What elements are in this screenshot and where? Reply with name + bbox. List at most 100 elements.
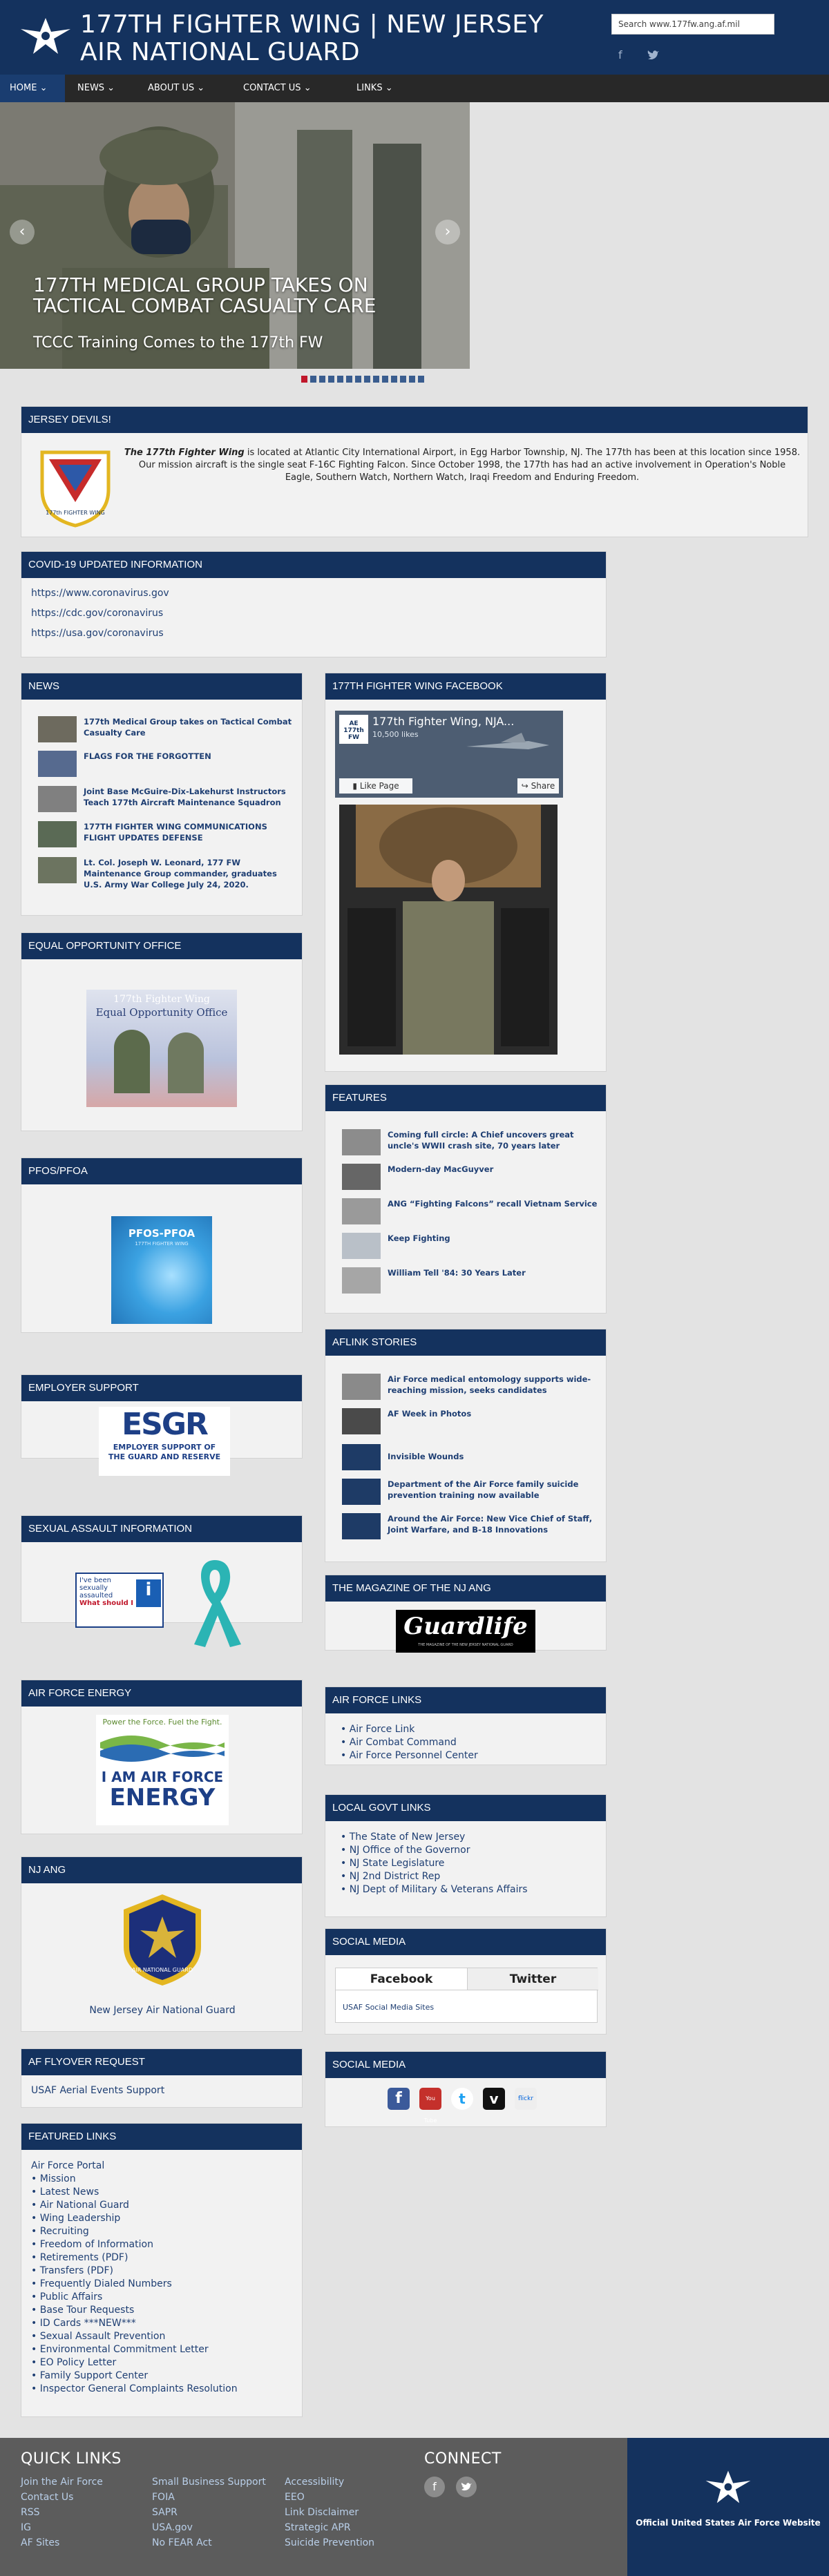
feature-item[interactable]: William Tell '84: 30 Years Later	[342, 1267, 604, 1295]
featured-link-item[interactable]: • Mission	[31, 2173, 238, 2186]
twitter-icon[interactable]: t	[451, 2088, 473, 2110]
aflink-item[interactable]: Around the Air Force: New Vice Chief of …	[342, 1513, 604, 1541]
hero-carousel[interactable]: 177TH MEDICAL GROUP TAKES ON TACTICAL CO…	[0, 102, 470, 369]
nav-contact-us[interactable]: CONTACT US ⌄	[234, 75, 321, 102]
aflink-item[interactable]: AF Week in Photos	[342, 1408, 604, 1436]
news-item[interactable]: FLAGS FOR THE FORGOTTEN	[38, 751, 301, 778]
air-force-link-item[interactable]: • Air Force Link	[341, 1723, 478, 1736]
footer-link[interactable]: FOIA	[152, 2490, 266, 2505]
facebook-icon[interactable]: f	[424, 2477, 445, 2497]
footer-link[interactable]: EEO	[285, 2490, 374, 2505]
tab-facebook[interactable]: Facebook	[336, 1968, 467, 1990]
carousel-dot[interactable]	[346, 376, 352, 383]
footer-link[interactable]: Contact Us	[21, 2490, 103, 2505]
sexual-assault-sign[interactable]: I've been sexually assaulted What should I…	[75, 1573, 164, 1628]
local-govt-link-item[interactable]: • NJ Office of the Governor	[341, 1844, 528, 1857]
featured-link-item[interactable]: • Inspector General Complaints Resolutio…	[31, 2383, 238, 2396]
carousel-dot[interactable]	[418, 376, 424, 383]
featured-link-item[interactable]: • Latest News	[31, 2186, 238, 2199]
official-af-box[interactable]: Official United States Air Force Website	[627, 2438, 829, 2576]
news-item[interactable]: Joint Base McGuire-Dix-Lakehurst Instruc…	[38, 786, 301, 814]
footer-link[interactable]: IG	[21, 2520, 103, 2535]
featured-link-item[interactable]: • ID Cards ***NEW***	[31, 2317, 238, 2330]
carousel-dot[interactable]	[391, 376, 397, 383]
carousel-dot[interactable]	[373, 376, 379, 383]
vimeo-icon[interactable]: v	[483, 2088, 505, 2110]
teal-ribbon-icon[interactable]	[182, 1553, 248, 1650]
footer-link[interactable]: Accessibility	[285, 2474, 374, 2490]
footer-link[interactable]: SAPR	[152, 2505, 266, 2520]
site-title[interactable]: 177TH FIGHTER WING | NEW JERSEY AIR NATI…	[80, 11, 544, 66]
footer-link[interactable]: No FEAR Act	[152, 2535, 266, 2550]
nav-about-us[interactable]: ABOUT US ⌄	[138, 75, 214, 102]
news-item[interactable]: 177th Medical Group takes on Tactical Co…	[38, 716, 301, 744]
footer-link[interactable]: Link Disclaimer	[285, 2505, 374, 2520]
twitter-icon[interactable]	[456, 2477, 477, 2497]
facebook-like-button[interactable]: ▮ Like Page	[339, 778, 412, 794]
carousel-dot[interactable]	[301, 376, 307, 383]
news-item[interactable]: 177TH FIGHTER WING COMMUNICATIONS FLIGHT…	[38, 821, 301, 849]
footer-link[interactable]: Strategic APR	[285, 2520, 374, 2535]
featured-link-item[interactable]: • Base Tour Requests	[31, 2304, 238, 2317]
featured-link-item[interactable]: • EO Policy Letter	[31, 2356, 238, 2370]
carousel-dot[interactable]	[319, 376, 325, 383]
carousel-next-icon[interactable]: ›	[435, 220, 460, 244]
aflink-item[interactable]: Department of the Air Force family suici…	[342, 1479, 604, 1506]
carousel-prev-icon[interactable]: ‹	[10, 220, 35, 244]
news-item[interactable]: Lt. Col. Joseph W. Leonard, 177 FW Maint…	[38, 857, 301, 894]
facebook-page-name[interactable]: 177th Fighter Wing, NJA...	[372, 715, 514, 728]
air-force-link-item[interactable]: • Air Combat Command	[341, 1736, 478, 1749]
carousel-dot[interactable]	[337, 376, 343, 383]
facebook-widget[interactable]: AE 177th FW 177th Fighter Wing, NJA... 1…	[335, 711, 563, 798]
air-force-energy-logo[interactable]: Power the Force. Fuel the Fight. I AM AI…	[96, 1715, 229, 1825]
featured-link-item[interactable]: • Air National Guard	[31, 2199, 238, 2212]
pfos-image[interactable]: PFOS-PFOA 177TH FIGHTER WING	[111, 1216, 212, 1324]
twitter-icon[interactable]	[647, 50, 660, 61]
hero-headline[interactable]: 177TH MEDICAL GROUP TAKES ON TACTICAL CO…	[33, 275, 434, 316]
carousel-dot[interactable]	[328, 376, 334, 383]
local-govt-link-item[interactable]: • NJ State Legislature	[341, 1857, 528, 1870]
carousel-dot[interactable]	[355, 376, 361, 383]
facebook-share-button[interactable]: ↪ Share	[517, 778, 559, 794]
covid-link-coronavirus-gov[interactable]: https://www.coronavirus.gov	[31, 588, 169, 599]
facebook-post-photo[interactable]	[339, 805, 558, 1055]
equal-opportunity-image[interactable]: 177th Fighter Wing Equal Opportunity Off…	[86, 990, 237, 1107]
feature-item[interactable]: Modern-day MacGuyver	[342, 1164, 604, 1191]
featured-link-item[interactable]: • Recruiting	[31, 2225, 238, 2238]
carousel-dot[interactable]	[364, 376, 370, 383]
nj-ang-link[interactable]: New Jersey Air National Guard	[21, 2005, 303, 2016]
featured-link-item[interactable]: Air Force Portal	[31, 2160, 238, 2173]
local-govt-link-item[interactable]: • NJ Dept of Military & Veterans Affairs	[341, 1883, 528, 1896]
air-force-logo-icon[interactable]	[18, 15, 73, 57]
local-govt-link-item[interactable]: • The State of New Jersey	[341, 1831, 528, 1844]
carousel-dot[interactable]	[409, 376, 415, 383]
guardlife-logo[interactable]: Guardlife THE MAGAZINE OF THE NEW JERSEY…	[396, 1610, 535, 1653]
featured-link-item[interactable]: • Environmental Commitment Letter	[31, 2343, 238, 2356]
carousel-dot[interactable]	[382, 376, 388, 383]
aflink-item[interactable]: Invisible Wounds	[342, 1444, 604, 1472]
local-govt-link-item[interactable]: • NJ 2nd District Rep	[341, 1870, 528, 1883]
footer-link[interactable]: AF Sites	[21, 2535, 103, 2550]
search-input[interactable]: Search www.177fw.ang.af.mil	[611, 14, 774, 35]
footer-link[interactable]: Join the Air Force	[21, 2474, 103, 2490]
youtube-icon[interactable]: You Tube	[419, 2088, 441, 2124]
featured-link-item[interactable]: • Frequently Dialed Numbers	[31, 2278, 238, 2291]
featured-link-item[interactable]: • Wing Leadership	[31, 2212, 238, 2225]
featured-link-item[interactable]: • Freedom of Information	[31, 2238, 238, 2251]
esgr-logo[interactable]: ESGR EMPLOYER SUPPORT OF THE GUARD AND R…	[99, 1407, 230, 1476]
footer-link[interactable]: USA.gov	[152, 2520, 266, 2535]
carousel-dot[interactable]	[310, 376, 316, 383]
aflink-item[interactable]: Air Force medical entomology supports wi…	[342, 1374, 604, 1401]
covid-link-cdc[interactable]: https://cdc.gov/coronavirus	[31, 608, 163, 619]
nav-links[interactable]: LINKS ⌄	[347, 75, 403, 102]
usaf-social-media-link[interactable]: USAF Social Media Sites	[343, 2003, 434, 2012]
featured-link-item[interactable]: • Retirements (PDF)	[31, 2251, 238, 2265]
feature-item[interactable]: Keep Fighting	[342, 1233, 604, 1260]
footer-link[interactable]: Small Business Support	[152, 2474, 266, 2490]
nav-home[interactable]: HOME ⌄	[0, 75, 65, 102]
covid-link-usa-gov[interactable]: https://usa.gov/coronavirus	[31, 628, 164, 639]
facebook-icon[interactable]: f	[388, 2088, 410, 2110]
feature-item[interactable]: ANG “Fighting Falcons” recall Vietnam Se…	[342, 1198, 604, 1226]
nav-news[interactable]: NEWS ⌄	[68, 75, 124, 102]
feature-item[interactable]: Coming full circle: A Chief uncovers gre…	[342, 1129, 604, 1157]
